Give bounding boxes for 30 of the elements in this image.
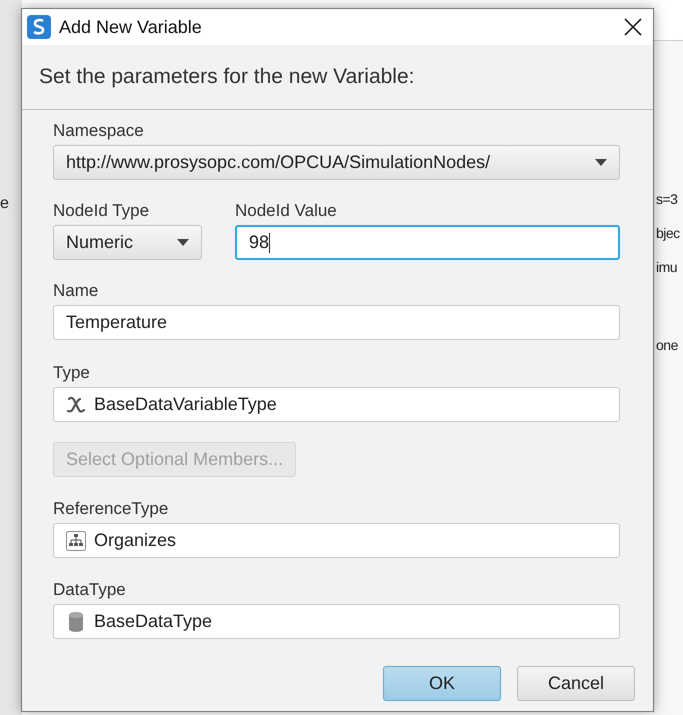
close-icon[interactable] (624, 18, 642, 36)
field-label: Type (53, 363, 91, 383)
caret-icon (177, 239, 189, 246)
field-label: NodeId Type (53, 201, 150, 221)
field-label: ReferenceType (53, 499, 170, 519)
window-title: Add New Variable (59, 16, 202, 38)
namespace-dropdown[interactable]: http://www.prosysopc.com/OPCUA/SimulationNodes/ (53, 145, 620, 180)
field-label: Name (53, 281, 100, 301)
background-text: one (656, 336, 679, 355)
field-label: DataType (53, 580, 127, 600)
dialog-header: Set the parameters for the new Variable: (39, 64, 414, 90)
variable-icon (66, 396, 86, 414)
background-text: s=3 (656, 190, 678, 209)
background-text: imu (656, 258, 678, 277)
hierarchy-icon (66, 530, 86, 550)
field-label: Namespace (53, 121, 145, 141)
dialog-button[interactable]: OK (383, 666, 501, 701)
readonly-field[interactable]: BaseDataVariableType (53, 387, 620, 422)
background-text: e (0, 194, 10, 214)
database-icon (69, 612, 83, 632)
name-field[interactable]: Temperature (53, 305, 620, 340)
readonly-field[interactable]: BaseDataType (53, 604, 620, 639)
caret-icon (595, 159, 607, 166)
dialog-button[interactable]: Cancel (517, 666, 635, 701)
nodeid-type-dropdown[interactable]: Numeric (53, 225, 202, 260)
background-text: bjec (656, 224, 681, 243)
app-logo-icon (27, 15, 51, 39)
readonly-field[interactable]: Organizes (53, 523, 620, 558)
field-label: NodeId Value (235, 201, 338, 221)
nodeid-value-field[interactable]: 98 (235, 225, 620, 260)
